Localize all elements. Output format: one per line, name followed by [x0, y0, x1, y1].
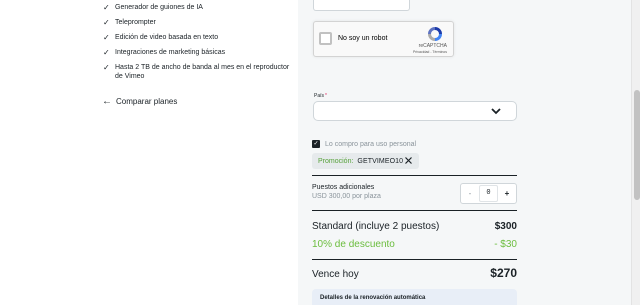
promo-chip: Promoción: GETVIMEO10	[312, 153, 419, 169]
divider	[312, 210, 517, 211]
divider	[312, 259, 517, 260]
feature-item: ✓ Teleprompter	[103, 18, 293, 27]
check-icon: ✓	[103, 18, 110, 27]
input-field[interactable]	[313, 0, 410, 11]
seats-price: USD 300,00 por plaza	[312, 193, 381, 200]
discount-amount: - $30	[494, 239, 517, 250]
feature-item: ✓ Integraciones de marketing básicas	[103, 48, 293, 57]
required-mark: *	[325, 93, 327, 99]
discount-line: 10% de descuento - $30	[312, 239, 517, 250]
compare-plans-label: Comparar planes	[116, 97, 178, 106]
personal-use-option: ✓ Lo compro para uso personal	[312, 140, 416, 148]
compare-plans-link[interactable]: ← Comparar planes	[102, 96, 177, 107]
promo-label: Promoción:	[318, 157, 354, 165]
personal-use-label: Lo compro para uso personal	[325, 140, 417, 148]
personal-use-checkbox[interactable]: ✓	[312, 140, 320, 148]
discount-label: 10% de descuento	[312, 239, 395, 250]
feature-list: ✓ Generador de guiones de IA ✓ Teleprompte…	[103, 0, 293, 81]
standard-amount: $300	[494, 221, 517, 232]
recaptcha-terms-link[interactable]: Privacidad - Términos	[413, 50, 447, 54]
standard-label: Standard (incluye 2 puestos)	[312, 221, 440, 232]
due-today-line: Vence hoy $270	[312, 266, 517, 280]
check-icon: ✓	[103, 48, 110, 57]
seats-stepper: - 0 +	[460, 183, 517, 204]
scrollbar[interactable]	[631, 0, 640, 305]
country-label: País*	[314, 93, 327, 99]
feature-text: Hasta 2 TB de ancho de banda al mes en e…	[115, 64, 290, 80]
recaptcha-logo-icon	[428, 27, 442, 41]
recaptcha-label: No soy un robot	[338, 35, 388, 42]
recaptcha-widget: No soy un robot reCAPTCHA Privacidad - T…	[313, 21, 454, 57]
feature-text: Generador de guiones de IA	[115, 4, 203, 11]
scrollbar-thumb[interactable]	[634, 90, 640, 200]
increment-button[interactable]: +	[498, 184, 516, 203]
check-icon: ✓	[103, 33, 110, 42]
seats-title: Puestos adicionales	[312, 184, 375, 191]
renewal-label: Detalles de la renovación automática	[320, 295, 426, 301]
recaptcha-checkbox[interactable]	[319, 32, 332, 45]
feature-item: ✓ Generador de guiones de IA	[103, 3, 293, 12]
check-icon: ✓	[103, 3, 110, 12]
renewal-details-toggle[interactable]: Detalles de la renovación automática	[312, 289, 517, 305]
feature-text: Integraciones de marketing básicas	[115, 49, 226, 56]
due-label: Vence hoy	[312, 269, 359, 280]
close-icon[interactable]	[404, 156, 413, 165]
due-amount: $270	[490, 266, 517, 280]
standard-line: Standard (incluye 2 puestos) $300	[312, 221, 517, 232]
seats-quantity-input[interactable]: 0	[479, 185, 498, 202]
country-label-text: País	[314, 93, 325, 99]
feature-item: ✓ Edición de video basada en texto	[103, 33, 293, 42]
recaptcha-brand: reCAPTCHA	[418, 43, 447, 49]
feature-item: ✓ Hasta 2 TB de ancho de banda al mes en …	[103, 63, 293, 81]
chevron-down-icon	[491, 108, 501, 115]
feature-text: Teleprompter	[115, 19, 156, 26]
decrement-button[interactable]: -	[461, 184, 479, 203]
check-icon: ✓	[103, 63, 110, 72]
country-select[interactable]	[313, 101, 517, 121]
promo-code: GETVIMEO10	[357, 157, 404, 165]
plan-features-panel: ✓ Generador de guiones de IA ✓ Teleprompte…	[0, 0, 298, 305]
feature-text: Edición de video basada en texto	[115, 34, 219, 41]
arrow-left-icon: ←	[102, 96, 112, 107]
divider	[312, 175, 517, 176]
